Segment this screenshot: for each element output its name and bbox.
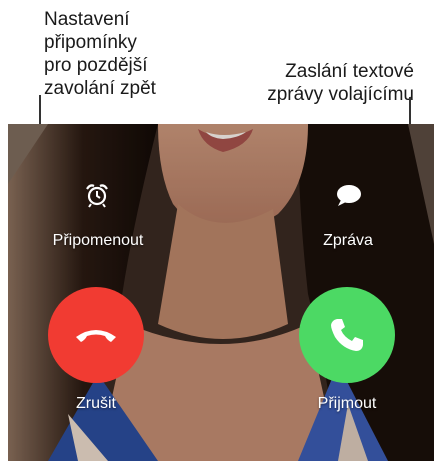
callout-line: připomínky — [44, 32, 137, 53]
decline-label: Zrušit — [76, 395, 116, 412]
remind-label: Připomenout — [52, 232, 144, 249]
alarm-clock-icon — [86, 184, 108, 208]
accept-label: Přijmout — [317, 395, 377, 412]
callout-message-description: Zaslání textové zprávy volajícímu — [267, 60, 414, 106]
decline-button[interactable] — [48, 287, 144, 383]
remind-button[interactable] — [84, 182, 110, 208]
phone-icon — [331, 319, 363, 351]
callout-line: zavolání zpět — [44, 78, 156, 99]
phone-hangup-icon — [76, 330, 116, 342]
callout-line: Nastavení — [44, 9, 130, 30]
callout-line: Zaslání textové — [285, 61, 414, 82]
callout-remind-description: Nastavení připomínky pro pozdější zavolá… — [44, 8, 156, 100]
callout-line: zprávy volajícímu — [267, 84, 414, 105]
message-label: Zpráva — [323, 232, 373, 249]
callout-line: pro pozdější — [44, 55, 148, 76]
message-button[interactable] — [335, 183, 363, 207]
incoming-call-screen: Připomenout Zpráva Zrušit Přijmout — [8, 124, 434, 461]
accept-button[interactable] — [299, 287, 395, 383]
speech-bubble-icon — [337, 185, 361, 206]
